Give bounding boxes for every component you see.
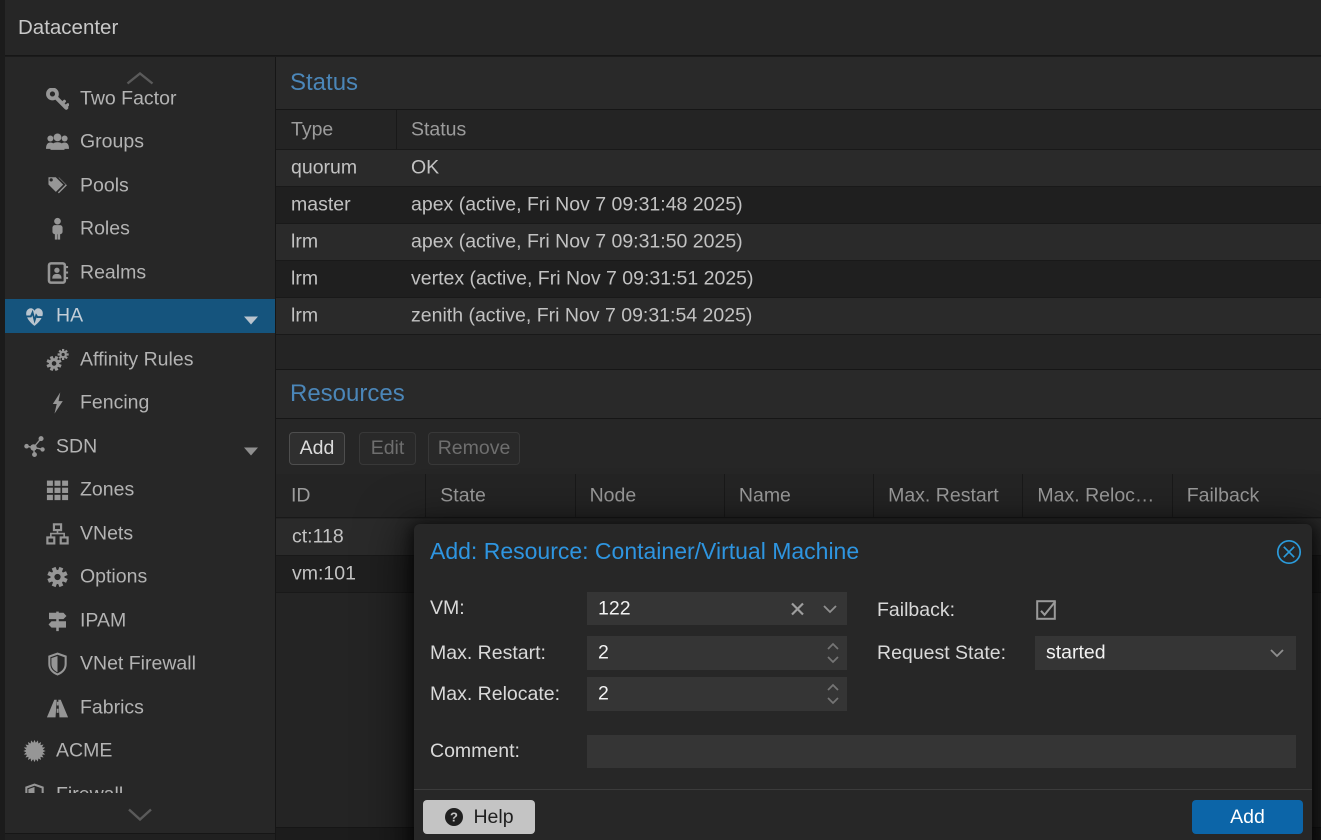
svg-text:?: ? <box>450 809 458 824</box>
